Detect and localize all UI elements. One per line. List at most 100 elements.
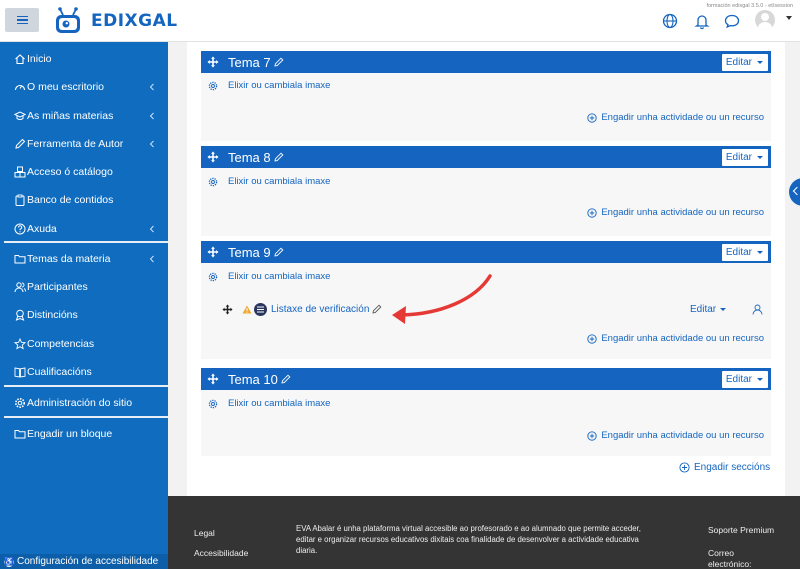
activity-edit-dropdown[interactable]: Editar <box>690 304 726 315</box>
graduation-cap-icon <box>14 111 26 120</box>
gear-icon <box>15 398 25 408</box>
footer-support-heading: Soporte Premium <box>708 525 775 535</box>
add-activity-link[interactable]: Engadir unha actividade ou un recurso <box>587 112 764 123</box>
sidebar-item-catalogo[interactable]: Acceso ó catálogo <box>0 161 168 183</box>
sidebar-item-temas[interactable]: Temas da materia <box>0 248 168 270</box>
clipboard-icon <box>15 194 25 206</box>
page-footer: Legal Accesibilidade EVA Abalar é unha p… <box>168 496 800 569</box>
chevron-left-icon <box>149 255 154 263</box>
add-activity-label: Engadir unha actividade ou un recurso <box>601 112 764 123</box>
sidebar-item-materias[interactable]: As miñas materias <box>0 105 168 127</box>
choose-image-label: Elixir ou cambiala imaxe <box>228 398 331 409</box>
accessibility-settings-link[interactable]: ♿ Configuración de accesibilidade <box>0 554 168 569</box>
sidebar-item-distincions[interactable]: Distincións <box>0 304 168 326</box>
add-sections-link[interactable]: Engadir seccións <box>679 462 770 473</box>
bell-icon[interactable] <box>693 12 711 30</box>
add-activity-link[interactable]: Engadir unha actividade ou un recurso <box>587 333 764 344</box>
sidebar-item-label: Distincións <box>27 309 78 321</box>
plus-circle-icon <box>587 430 597 441</box>
chevron-left-icon <box>149 83 154 91</box>
section-header: Tema 9 Editar <box>201 241 771 263</box>
move-icon[interactable] <box>207 246 219 258</box>
sidebar-item-inicio[interactable]: Inicio <box>0 48 168 70</box>
gear-icon <box>208 399 218 408</box>
section-edit-dropdown[interactable]: Editar <box>721 244 768 261</box>
sidebar-item-ferramenta[interactable]: Ferramenta de Autor <box>0 133 168 155</box>
menu-toggle-button[interactable] <box>5 8 39 32</box>
sidebar-item-label: Acceso ó catálogo <box>27 166 113 178</box>
section-title[interactable]: Tema 8 <box>228 150 271 165</box>
chevron-left-icon <box>149 140 154 148</box>
section-edit-dropdown[interactable]: Editar <box>721 371 768 388</box>
section-title[interactable]: Tema 10 <box>228 372 278 387</box>
course-content: Tema 7 Editar Elixir ou cambiala imaxe E… <box>187 42 785 496</box>
checklist-icon <box>254 302 267 316</box>
edit-title-pencil-icon[interactable] <box>281 374 291 384</box>
edit-title-pencil-icon[interactable] <box>274 247 284 257</box>
move-icon[interactable] <box>207 151 219 163</box>
footer-accessibility-link[interactable]: Accesibilidade <box>194 548 248 558</box>
add-activity-label: Engadir unha actividade ou un recurso <box>601 207 764 218</box>
section-header: Tema 7 Editar <box>201 51 771 73</box>
accessibility-icon: ♿ <box>4 556 14 567</box>
user-avatar[interactable] <box>755 10 775 30</box>
warning-icon <box>242 305 252 313</box>
section-edit-dropdown[interactable]: Editar <box>721 149 768 166</box>
site-logo[interactable]: EDIXGAL <box>53 6 178 36</box>
sidebar-item-label: Participantes <box>27 281 88 293</box>
sidebar-item-competencias[interactable]: Competencias <box>0 333 168 355</box>
user-menu-caret-icon[interactable] <box>786 16 792 20</box>
edit-title-pencil-icon[interactable] <box>274 152 284 162</box>
star-icon <box>14 338 26 350</box>
sidebar-item-engadir-bloque[interactable]: Engadir un bloque <box>0 423 168 445</box>
dashboard-icon <box>14 84 26 91</box>
sidebar-item-axuda[interactable]: Axuda <box>0 218 168 240</box>
user-icon[interactable] <box>752 304 763 315</box>
sidebar: Inicio O meu escritorio As miñas materia… <box>0 42 168 569</box>
activity-link[interactable]: Listaxe de verificación <box>271 304 369 315</box>
hamburger-icon <box>16 16 28 23</box>
footer-legal-link[interactable]: Legal <box>194 528 215 538</box>
sidebar-item-escritorio[interactable]: O meu escritorio <box>0 76 168 98</box>
add-activity-link[interactable]: Engadir unha actividade ou un recurso <box>587 430 764 441</box>
version-label: formación edixgal 3.5.0 - et/session <box>706 3 793 9</box>
sidebar-item-label: Axuda <box>27 223 57 235</box>
question-icon <box>14 223 26 235</box>
section-header: Tema 10 Editar <box>201 368 771 390</box>
sidebar-item-banco[interactable]: Banco de contidos <box>0 189 168 211</box>
sidebar-item-label: Banco de contidos <box>27 194 114 206</box>
section-title[interactable]: Tema 7 <box>228 55 271 70</box>
message-icon[interactable] <box>723 12 741 30</box>
sidebar-item-label: Ferramenta de Autor <box>27 138 124 150</box>
sidebar-item-administracion[interactable]: Administración do sitio <box>0 392 168 414</box>
choose-image-link[interactable]: Elixir ou cambiala imaxe <box>208 271 330 282</box>
sidebar-item-label: Competencias <box>27 338 95 350</box>
choose-image-link[interactable]: Elixir ou cambiala imaxe <box>208 398 330 409</box>
gear-icon <box>208 272 218 281</box>
pencil-icon <box>15 138 26 149</box>
move-icon[interactable] <box>207 373 219 385</box>
sidebar-item-cualificacions[interactable]: Cualificacións <box>0 361 168 383</box>
sidebar-divider <box>4 241 168 243</box>
sidebar-item-label: As miñas materias <box>27 110 114 122</box>
users-icon <box>14 282 26 293</box>
choose-image-link[interactable]: Elixir ou cambiala imaxe <box>208 80 330 91</box>
edit-title-pencil-icon[interactable] <box>274 57 284 67</box>
move-icon[interactable] <box>222 303 233 315</box>
annotation-arrow-icon <box>392 274 492 324</box>
gear-icon <box>208 177 218 186</box>
add-activity-link[interactable]: Engadir unha actividade ou un recurso <box>587 207 764 218</box>
top-navbar: EDIXGAL formación edixgal 3.5.0 - et/ses… <box>0 0 800 42</box>
globe-icon[interactable] <box>661 12 679 30</box>
sidebar-item-label: Engadir un bloque <box>27 428 113 440</box>
plus-circle-icon <box>587 333 597 344</box>
home-icon <box>15 54 25 65</box>
section-edit-dropdown[interactable]: Editar <box>721 54 768 71</box>
section-title[interactable]: Tema 9 <box>228 245 271 260</box>
logo-text: EDIXGAL <box>91 11 178 31</box>
drawer-toggle-button[interactable] <box>789 178 800 206</box>
sidebar-item-participantes[interactable]: Participantes <box>0 276 168 298</box>
move-icon[interactable] <box>207 56 219 68</box>
choose-image-link[interactable]: Elixir ou cambiala imaxe <box>208 176 330 187</box>
footer-description: EVA Abalar é unha plataforma virtual acc… <box>296 524 641 555</box>
